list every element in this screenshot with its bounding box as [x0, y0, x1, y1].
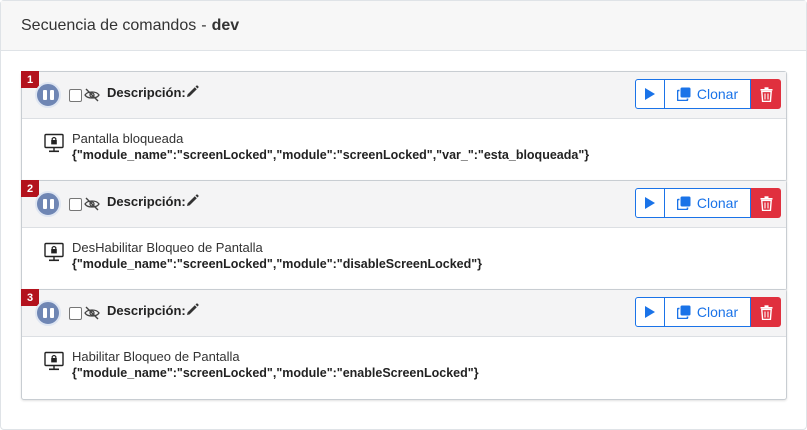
- command-name: DesHabilitar Bloqueo de Pantalla: [72, 240, 263, 255]
- run-step-button[interactable]: [635, 188, 665, 218]
- pencil-icon[interactable]: [185, 303, 199, 317]
- title-separator: -: [201, 16, 207, 34]
- clone-icon: [676, 87, 691, 101]
- trash-icon: [760, 86, 772, 102]
- delete-step-button[interactable]: [751, 79, 781, 109]
- clone-button-label: Clonar: [696, 86, 739, 102]
- step-number-badge: 1: [21, 71, 39, 88]
- step-body: Pantalla bloqueada {"module_name":"scree…: [22, 119, 786, 181]
- clone-step-button[interactable]: Clonar: [665, 79, 751, 109]
- pause-button[interactable]: [35, 191, 61, 217]
- step-header: 2 Descripción: Clonar: [21, 180, 786, 228]
- eye-slash-icon[interactable]: [84, 88, 100, 102]
- clone-icon: [676, 305, 691, 319]
- step-action-buttons: Clonar: [635, 297, 781, 327]
- command-step-card: 1 Descripción: Clonar Pantalla bloqueada…: [21, 71, 787, 182]
- command-json: {"module_name":"screenLocked","module":"…: [72, 257, 483, 271]
- play-icon: [645, 88, 655, 100]
- pause-button[interactable]: [35, 300, 61, 326]
- run-step-button[interactable]: [635, 79, 665, 109]
- panel-header: Secuencia de comandos - dev: [1, 1, 806, 51]
- description-label: Descripción:: [107, 194, 186, 209]
- step-body: DesHabilitar Bloqueo de Pantalla {"modul…: [22, 228, 786, 290]
- trash-icon: [760, 304, 772, 320]
- clone-button-label: Clonar: [696, 304, 739, 320]
- environment-name: dev: [211, 16, 240, 34]
- page-title: Secuencia de comandos: [21, 16, 197, 34]
- pause-icon-bar: [49, 90, 54, 100]
- eye-slash-icon[interactable]: [84, 306, 100, 320]
- pause-icon: [42, 90, 47, 100]
- pencil-icon[interactable]: [185, 85, 199, 99]
- step-checkbox[interactable]: [69, 307, 82, 320]
- pause-icon-bar: [49, 199, 54, 209]
- clone-icon: [676, 196, 691, 210]
- monitor-lock-icon: [44, 242, 64, 262]
- play-icon: [645, 197, 655, 209]
- step-checkbox[interactable]: [69, 89, 82, 102]
- step-number-badge: 2: [21, 180, 39, 197]
- command-name: Habilitar Bloqueo de Pantalla: [72, 349, 240, 364]
- run-step-button[interactable]: [635, 297, 665, 327]
- monitor-lock-icon: [44, 351, 64, 371]
- step-number-badge: 3: [21, 289, 39, 306]
- pause-icon: [42, 199, 47, 209]
- clone-step-button[interactable]: Clonar: [665, 297, 751, 327]
- clone-step-button[interactable]: Clonar: [665, 188, 751, 218]
- description-label: Descripción:: [107, 85, 186, 100]
- description-label: Descripción:: [107, 303, 186, 318]
- trash-icon: [760, 195, 772, 211]
- command-json: {"module_name":"screenLocked","module":"…: [72, 366, 479, 380]
- pause-icon: [42, 308, 47, 318]
- pause-button[interactable]: [35, 82, 61, 108]
- pencil-icon[interactable]: [185, 194, 199, 208]
- command-name: Pantalla bloqueada: [72, 131, 184, 146]
- step-checkbox[interactable]: [69, 198, 82, 211]
- command-step-card: 2 Descripción: Clonar DesHabilitar Bloqu…: [21, 180, 787, 291]
- step-action-buttons: Clonar: [635, 188, 781, 218]
- play-icon: [645, 306, 655, 318]
- delete-step-button[interactable]: [751, 188, 781, 218]
- delete-step-button[interactable]: [751, 297, 781, 327]
- command-step-card: 3 Descripción: Clonar Habilitar Bloqueo …: [21, 289, 787, 400]
- eye-slash-icon[interactable]: [84, 197, 100, 211]
- command-json: {"module_name":"screenLocked","module":"…: [72, 148, 590, 162]
- step-action-buttons: Clonar: [635, 79, 781, 109]
- step-body: Habilitar Bloqueo de Pantalla {"module_n…: [22, 337, 786, 399]
- pause-icon-bar: [49, 308, 54, 318]
- step-header: 3 Descripción: Clonar: [21, 289, 786, 337]
- clone-button-label: Clonar: [696, 195, 739, 211]
- monitor-lock-icon: [44, 133, 64, 153]
- step-header: 1 Descripción: Clonar: [21, 71, 786, 119]
